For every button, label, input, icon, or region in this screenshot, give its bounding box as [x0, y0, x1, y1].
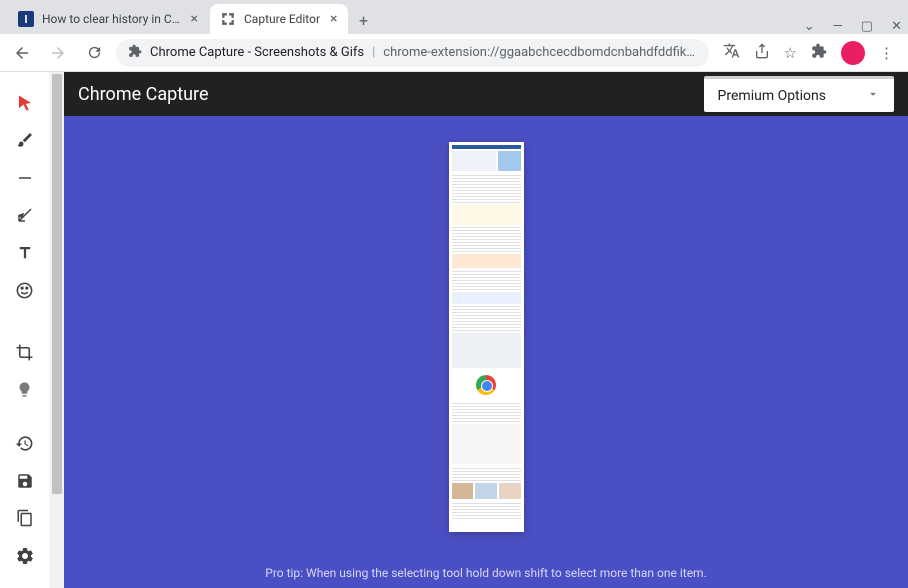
translate-icon[interactable]	[723, 42, 740, 63]
back-button[interactable]	[8, 39, 36, 67]
close-window-icon[interactable]: ✕	[891, 19, 902, 34]
favicon-icon: I	[18, 11, 34, 27]
editor-content: Chrome Capture Premium Options	[64, 72, 908, 588]
line-tool[interactable]	[9, 167, 41, 189]
tool-sidebar	[0, 72, 50, 588]
profile-avatar[interactable]	[841, 41, 865, 65]
toolbar-actions: ☆ ⋮	[717, 41, 900, 65]
address-url: chrome-extension://ggaabchcecdbomdcnbahd…	[383, 45, 696, 60]
address-divider: |	[372, 45, 375, 60]
scrollbar-thumb[interactable]	[52, 74, 62, 494]
tab-title: How to clear history in Chrome |	[42, 12, 181, 26]
new-tab-button[interactable]: +	[350, 6, 378, 34]
crop-tool[interactable]	[9, 341, 41, 363]
close-icon[interactable]: ×	[191, 11, 198, 27]
menu-icon[interactable]: ⋮	[879, 44, 894, 62]
chevron-down-icon	[866, 87, 880, 105]
premium-label: Premium Options	[718, 88, 826, 104]
address-bar[interactable]: Chrome Capture - Screenshots & Gifs | ch…	[116, 39, 709, 67]
extension-icon	[128, 44, 142, 62]
pro-tip-bar: Pro tip: When using the selecting tool h…	[64, 558, 908, 588]
arrow-tool[interactable]	[9, 205, 41, 227]
extensions-icon[interactable]	[811, 43, 827, 63]
text-tool[interactable]	[9, 242, 41, 264]
address-page-title: Chrome Capture - Screenshots & Gifs	[150, 45, 364, 60]
app-title: Chrome Capture	[78, 84, 209, 105]
highlight-tool[interactable]	[9, 379, 41, 401]
copy-button[interactable]	[9, 508, 41, 530]
browser-tab-strip: I How to clear history in Chrome | × Cap…	[0, 0, 908, 34]
editor-canvas[interactable]	[64, 116, 908, 558]
emoji-tool[interactable]	[9, 280, 41, 302]
capture-favicon-icon	[220, 11, 236, 27]
browser-toolbar: Chrome Capture - Screenshots & Gifs | ch…	[0, 34, 908, 72]
pro-tip-text: Pro tip: When using the selecting tool h…	[265, 566, 707, 580]
share-icon[interactable]	[754, 43, 770, 63]
browser-tab-inactive[interactable]: I How to clear history in Chrome | ×	[8, 4, 208, 34]
bookmark-icon[interactable]: ☆	[784, 44, 797, 62]
close-icon[interactable]: ×	[330, 11, 337, 27]
app-header: Chrome Capture Premium Options	[64, 72, 908, 116]
tab-title: Capture Editor	[244, 12, 320, 26]
captured-screenshot[interactable]	[449, 142, 524, 532]
history-button[interactable]	[9, 432, 41, 454]
maximize-icon[interactable]: ▢	[861, 19, 873, 34]
premium-dropdown[interactable]: Premium Options	[704, 76, 894, 112]
minimize-icon[interactable]: —	[833, 19, 843, 34]
window-controls: ⌄ — ▢ ✕	[804, 19, 908, 34]
reload-button[interactable]	[80, 39, 108, 67]
select-tool[interactable]	[9, 92, 41, 114]
save-button[interactable]	[9, 470, 41, 492]
app-body: Chrome Capture Premium Options	[0, 72, 908, 588]
sidebar-scrollbar[interactable]	[50, 72, 64, 588]
settings-button[interactable]	[9, 545, 41, 567]
window-dropdown-icon[interactable]: ⌄	[804, 19, 815, 34]
brush-tool[interactable]	[9, 130, 41, 152]
forward-button[interactable]	[44, 39, 72, 67]
browser-tab-active[interactable]: Capture Editor ×	[210, 4, 348, 34]
